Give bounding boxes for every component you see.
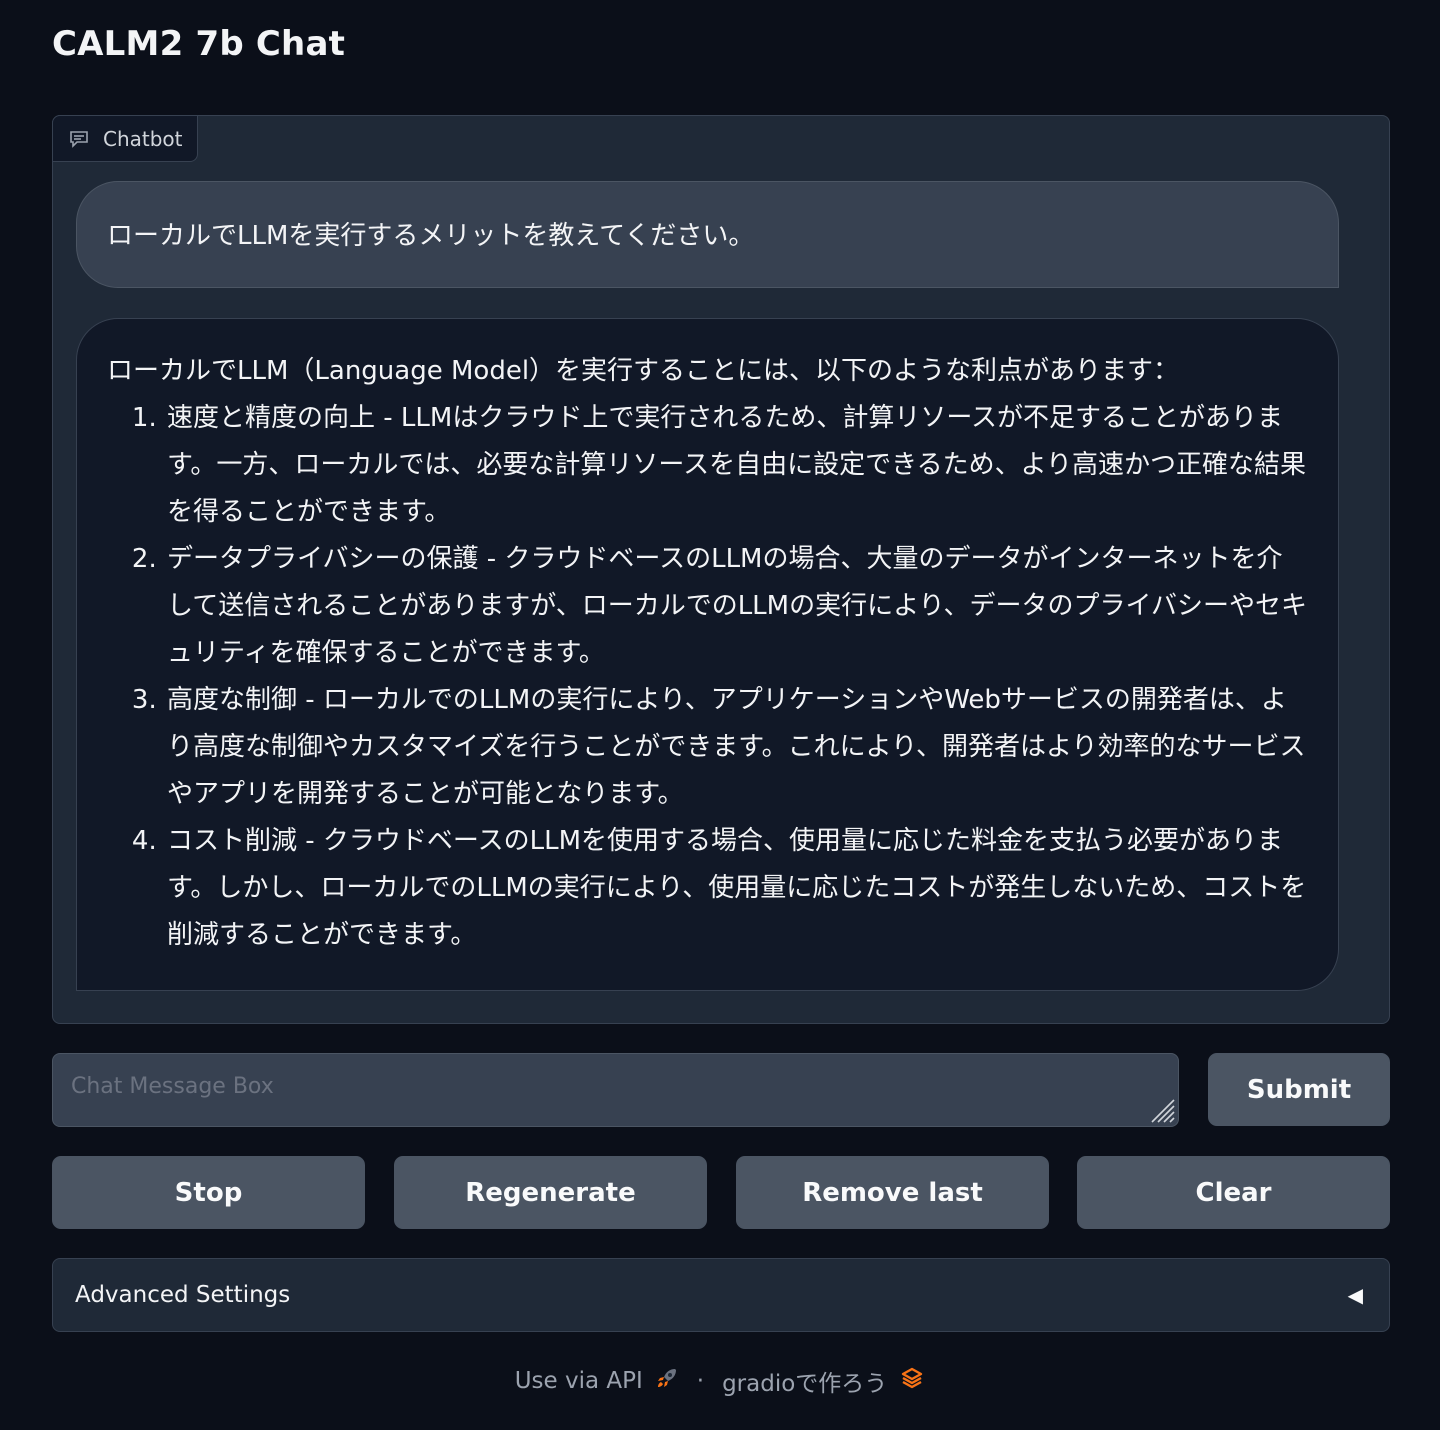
footer-separator: ·	[696, 1368, 705, 1394]
use-via-api-link[interactable]: Use via API	[515, 1366, 679, 1396]
bot-message-list: 速度と精度の向上 - LLMはクラウド上で実行されるため、計算リソースが不足する…	[165, 395, 1308, 959]
bot-message: ローカルでLLM（Language Model）を実行することには、以下のような…	[76, 318, 1339, 991]
page-title: CALM2 7b Chat	[52, 24, 346, 64]
use-via-api-text: Use via API	[514, 1368, 643, 1394]
gradio-link[interactable]: gradioで作ろう	[722, 1364, 925, 1398]
chat-message-input[interactable]	[52, 1053, 1179, 1127]
chatbot-panel: Chatbot ローカルでLLMを実行するメリットを教えてください。 ローカルで…	[52, 115, 1390, 1024]
remove-last-button[interactable]: Remove last	[736, 1156, 1049, 1229]
gradio-link-text: gradioで作ろう	[722, 1371, 888, 1397]
triangle-left-icon[interactable]: ◀	[1348, 1283, 1363, 1307]
list-item: データプライバシーの保護 - クラウドベースのLLMの場合、大量のデータがインタ…	[165, 536, 1308, 677]
list-item: 速度と精度の向上 - LLMはクラウド上で実行されるため、計算リソースが不足する…	[165, 395, 1308, 536]
clear-button[interactable]: Clear	[1077, 1156, 1390, 1229]
advanced-settings-label: Advanced Settings	[75, 1282, 291, 1308]
list-item: 高度な制御 - ローカルでのLLMの実行により、アプリケーションやWebサービス…	[165, 677, 1308, 818]
user-message: ローカルでLLMを実行するメリットを教えてください。	[76, 181, 1339, 288]
stop-button[interactable]: Stop	[52, 1156, 365, 1229]
bot-message-intro: ローカルでLLM（Language Model）を実行することには、以下のような…	[107, 356, 1180, 386]
footer: Use via API · gradioで作ろう	[0, 1364, 1440, 1398]
list-item: コスト削減 - クラウドベースのLLMを使用する場合、使用量に応じた料金を支払う…	[165, 818, 1308, 959]
rocket-icon	[655, 1366, 679, 1396]
chatbot-label: Chatbot	[52, 115, 198, 162]
gradio-logo-icon	[899, 1366, 925, 1396]
resize-handle-icon[interactable]	[1148, 1096, 1176, 1128]
chatbot-label-text: Chatbot	[103, 126, 183, 151]
regenerate-button[interactable]: Regenerate	[394, 1156, 707, 1229]
submit-button[interactable]: Submit	[1208, 1053, 1390, 1126]
chat-bubble-icon	[69, 130, 89, 148]
advanced-settings-accordion[interactable]: Advanced Settings ◀	[52, 1258, 1390, 1332]
